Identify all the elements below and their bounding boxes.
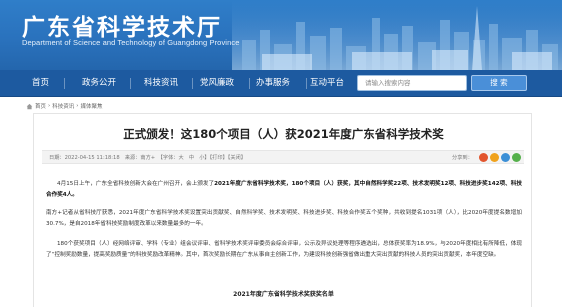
share-wechat-icon[interactable] <box>512 153 521 162</box>
paragraph-text: 南方+记者从省科技厅获悉，2021年度广东省科学技术奖设置突出贡献奖、自然科学奖… <box>46 210 522 227</box>
share-qq-icon[interactable] <box>501 153 510 162</box>
breadcrumb-sci-news[interactable]: 科技资讯 <box>52 102 74 110</box>
article-paragraph: 4月15日上午，广东全省科技创新大会在广州召开，会上颁发了2021年度广东省科学… <box>46 179 522 200</box>
nav-item-home[interactable]: 首页 <box>26 70 55 97</box>
article-meta-bar: 日期：2022-04-15 11:18:18 来源：南方+ 【字体：大 中 小】… <box>42 150 524 164</box>
nav-item-sci-news[interactable]: 科技资讯 <box>138 70 184 97</box>
article-meta: 日期：2022-04-15 11:18:18 来源：南方+ 【字体：大 中 小】… <box>49 155 246 161</box>
article-panel: 正式颁发！这180个项目（人）获2021年度广东省科学技术奖 日期：2022-0… <box>33 113 532 307</box>
paragraph-text: 4月15日上午，广东全省科技创新大会在广州召开，会上颁发了 <box>57 181 215 187</box>
share-label: 分享到： <box>452 155 473 161</box>
site-subtitle: Department of Science and Technology of … <box>22 38 240 47</box>
breadcrumb-media-focus[interactable]: 媒体聚焦 <box>80 102 102 110</box>
breadcrumb-separator: › <box>48 103 51 109</box>
search-input[interactable]: 请输入搜索内容 <box>357 75 467 91</box>
main-nav: 首页 政务公开 科技资讯 党风廉政 办事服务 互动平台 请输入搜索内容 搜 索 <box>0 70 562 97</box>
nav-item-gov-affairs[interactable]: 政务公开 <box>76 70 122 97</box>
share-weibo-icon[interactable] <box>479 153 488 162</box>
breadcrumb-home[interactable]: 首页 <box>35 102 46 110</box>
site-title: 广东省科学技术厅 <box>22 15 222 41</box>
nav-divider <box>192 78 193 89</box>
share-qzone-icon[interactable] <box>490 153 499 162</box>
article-title: 正式颁发！这180个项目（人）获2021年度广东省科学技术奖 <box>123 127 444 141</box>
breadcrumb-separator: › <box>76 103 79 109</box>
breadcrumb: 首页 › 科技资讯 › 媒体聚焦 <box>26 101 102 111</box>
nav-item-interaction[interactable]: 互动平台 <box>304 70 350 97</box>
article-paragraph: 180个获奖项目（人）经网络评审、学科（专业）组会议评审、省科学技术奖评审委员会… <box>46 239 522 260</box>
home-icon <box>26 103 33 109</box>
nav-item-party-integrity[interactable]: 党风廉政 <box>194 70 240 97</box>
award-table-caption: 2021年度广东省科学技术奖获奖名单 <box>233 291 334 298</box>
paragraph-text: 180个获奖项目（人）经网络评审、学科（专业）组会议评审、省科学技术奖评审委员会… <box>46 241 522 258</box>
search-button[interactable]: 搜 索 <box>471 75 527 91</box>
site-banner: 广东省科学技术厅 Department of Science and Techn… <box>0 0 562 70</box>
article-paragraph: 南方+记者从省科技厅获悉，2021年度广东省科学技术奖设置突出贡献奖、自然科学奖… <box>46 208 522 229</box>
nav-divider <box>130 78 131 89</box>
nav-divider <box>64 78 65 89</box>
city-skyline-graphic <box>232 0 562 70</box>
nav-item-services[interactable]: 办事服务 <box>250 70 296 97</box>
